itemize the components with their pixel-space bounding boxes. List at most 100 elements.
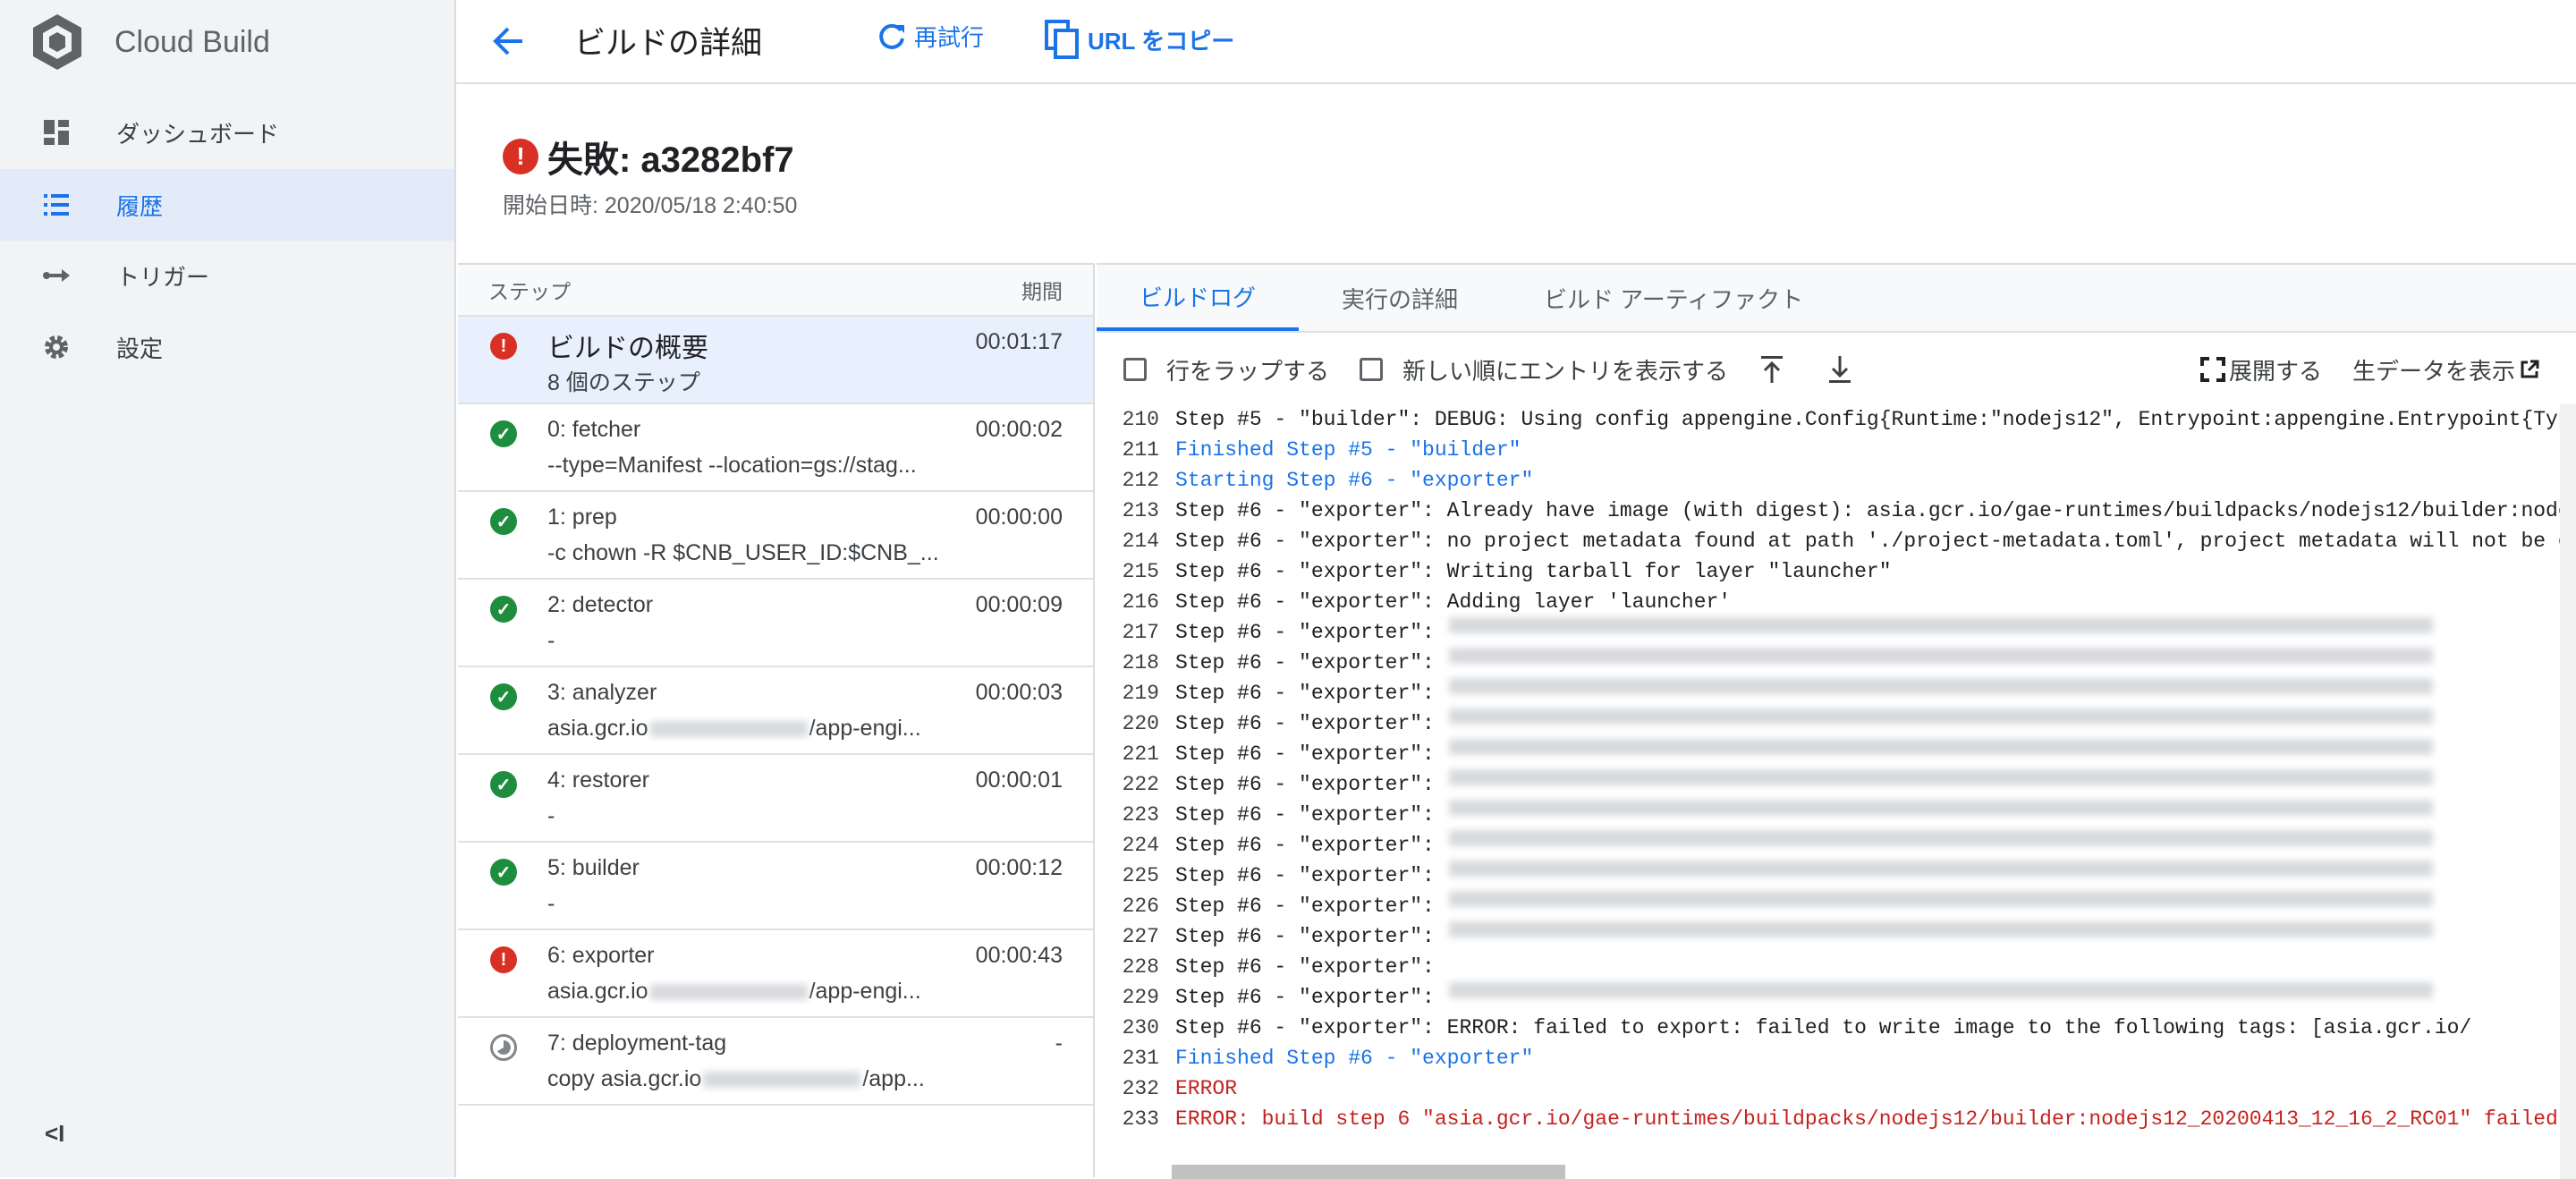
- step-subtitle-suffix: /app-engi...: [809, 979, 921, 1004]
- step-row[interactable]: ✓ 3: analyzer asia.gcr.io/app-engi... 00…: [458, 667, 1093, 755]
- log-line: 229 Step #6 - "exporter":: [1097, 982, 2576, 1013]
- newest-first-checkbox[interactable]: 新しい順にエントリを表示する: [1360, 353, 1728, 386]
- log-line-number: 221: [1122, 742, 1159, 766]
- log-line: 217 Step #6 - "exporter":: [1097, 617, 2576, 648]
- back-arrow-icon[interactable]: [488, 21, 528, 61]
- scroll-to-top-icon[interactable]: [1758, 354, 1785, 385]
- wrap-lines-checkbox[interactable]: 行をラップする: [1123, 353, 1329, 386]
- log-line-number: 224: [1122, 834, 1159, 857]
- sidebar-item-settings[interactable]: 設定: [0, 311, 454, 383]
- step-subtitle-suffix: /app-engi...: [809, 716, 921, 741]
- log-line-text: Step #6 - "exporter": ERROR: failed to e…: [1175, 1016, 2472, 1039]
- step-name: 5: builder: [547, 855, 640, 880]
- trigger-icon: [41, 260, 72, 291]
- step-name: 4: restorer: [547, 768, 649, 793]
- wrap-lines-label: 行をラップする: [1166, 357, 1330, 385]
- app-logo-row[interactable]: Cloud Build: [30, 11, 270, 73]
- view-raw-button[interactable]: 生データを表示: [2352, 353, 2540, 386]
- log-line-number: 225: [1122, 864, 1159, 887]
- tab-build-log[interactable]: ビルドログ: [1097, 265, 1300, 331]
- tab-build-artifacts[interactable]: ビルド アーティファクト: [1501, 265, 1846, 331]
- build-start-time: 開始日時: 2020/05/18 2:40:50: [503, 193, 798, 218]
- step-subtitle-suffix: /app...: [862, 1066, 925, 1091]
- step-duration: 00:01:17: [975, 329, 1063, 354]
- step-subtitle: -: [547, 628, 555, 653]
- log-line: 219 Step #6 - "exporter":: [1097, 678, 2576, 708]
- collapse-sidebar-button[interactable]: <I: [45, 1120, 64, 1148]
- sidebar-item-history[interactable]: 履歴: [0, 169, 454, 241]
- copy-icon: [1045, 20, 1079, 59]
- log-line-text: Step #6 - "exporter":: [1175, 712, 1435, 735]
- log-output: 210 Step #5 - "builder": DEBUG: Using con…: [1097, 404, 2576, 1179]
- log-line: 226 Step #6 - "exporter":: [1097, 891, 2576, 921]
- log-line-text: ERROR: build step 6 "asia.gcr.io/gae-run…: [1175, 1107, 2576, 1131]
- step-row[interactable]: ✓ 4: restorer - 00:00:01: [458, 755, 1093, 843]
- step-duration: 00:00:43: [975, 943, 1063, 968]
- copy-url-button[interactable]: URL をコピー: [1045, 20, 1234, 59]
- log-line-number: 229: [1122, 986, 1159, 1009]
- sidebar-item-label: 設定: [116, 335, 164, 362]
- log-toolbar-right: 展開する 生データを表示: [2199, 333, 2540, 406]
- dashboard-icon: [41, 117, 72, 148]
- redacted-text: [1448, 830, 2433, 846]
- log-line: 225 Step #6 - "exporter":: [1097, 861, 2576, 891]
- step-name: 7: deployment-tag: [547, 1031, 727, 1056]
- log-line: 231 Finished Step #6 - "exporter": [1097, 1043, 2576, 1073]
- sidebar-item-dashboard[interactable]: ダッシュボード: [0, 97, 454, 168]
- log-line: 211 Finished Step #5 - "builder": [1097, 435, 2576, 465]
- log-panel: ビルドログ 実行の詳細 ビルド アーティファクト 行をラップする 新しい順にエン…: [1097, 263, 2576, 1179]
- step-row[interactable]: ✓ 0: fetcher --type=Manifest --location=…: [458, 404, 1093, 492]
- log-line-number: 215: [1122, 560, 1159, 583]
- retry-button[interactable]: 再試行: [877, 20, 984, 53]
- log-line: 212 Starting Step #6 - "exporter": [1097, 465, 2576, 496]
- step-row[interactable]: 7: deployment-tag copy asia.gcr.io/app..…: [458, 1018, 1093, 1106]
- copy-url-label: URL をコピー: [1088, 27, 1235, 55]
- error-icon: !: [503, 139, 538, 174]
- step-subtitle-prefix: asia.gcr.io: [547, 979, 648, 1004]
- log-line-text: Step #6 - "exporter":: [1175, 895, 1435, 918]
- step-row-overview[interactable]: ! ビルドの概要 8 個のステップ 00:01:17: [458, 317, 1093, 404]
- log-line: 221 Step #6 - "exporter":: [1097, 739, 2576, 769]
- sidebar-item-label: ダッシュボード: [116, 120, 280, 148]
- redacted-text: [1448, 861, 2433, 877]
- check-icon: ✓: [490, 596, 517, 623]
- sidebar: Cloud Build ダッシュボード 履歴 トリガー 設定 <I: [0, 0, 456, 1177]
- redacted-text: [1448, 678, 2433, 694]
- newest-first-label: 新しい順にエントリを表示する: [1402, 357, 1729, 385]
- step-duration: -: [1055, 1031, 1063, 1056]
- step-duration: 00:00:12: [975, 855, 1063, 880]
- expand-label: 展開する: [2228, 357, 2322, 385]
- expand-button[interactable]: 展開する: [2199, 353, 2322, 386]
- log-line-text: Step #6 - "exporter":: [1175, 742, 1435, 766]
- step-row[interactable]: ✓ 2: detector - 00:00:09: [458, 580, 1093, 667]
- redacted-text: [649, 721, 808, 738]
- log-line-number: 226: [1122, 895, 1159, 918]
- refresh-icon: [879, 23, 904, 49]
- sidebar-item-triggers[interactable]: トリガー: [0, 240, 454, 311]
- tab-execution-details[interactable]: 実行の詳細: [1299, 265, 1501, 331]
- log-line: 233 ERROR: build step 6 "asia.gcr.io/gae-…: [1097, 1104, 2576, 1134]
- log-line-text: Step #6 - "exporter":: [1175, 621, 1435, 644]
- step-subtitle: -: [547, 803, 555, 828]
- redacted-text: [1448, 739, 2433, 755]
- log-line-number: 218: [1122, 651, 1159, 674]
- log-line: 230 Step #6 - "exporter": ERROR: failed t…: [1097, 1013, 2576, 1043]
- check-icon: ✓: [490, 859, 517, 886]
- log-tabs: ビルドログ 実行の詳細 ビルド アーティファクト: [1097, 265, 2576, 333]
- error-icon: !: [490, 333, 517, 360]
- log-line-text: Step #6 - "exporter":: [1175, 925, 1435, 948]
- log-line-text: Step #6 - "exporter": Already have image…: [1175, 499, 2576, 522]
- redacted-text: [1448, 982, 2433, 998]
- step-row[interactable]: ✓ 5: builder - 00:00:12: [458, 843, 1093, 930]
- vertical-scrollbar[interactable]: [2560, 404, 2576, 1179]
- step-row[interactable]: ! 6: exporter asia.gcr.io/app-engi... 00…: [458, 930, 1093, 1018]
- log-line: 222 Step #6 - "exporter":: [1097, 769, 2576, 800]
- redacted-text: [1448, 891, 2433, 907]
- log-line-text: Step #6 - "exporter": Writing tarball fo…: [1175, 560, 1892, 583]
- scroll-to-bottom-icon[interactable]: [1826, 354, 1853, 385]
- redacted-text: [1448, 800, 2433, 816]
- log-line-number: 230: [1122, 1016, 1159, 1039]
- redacted-text: [1448, 769, 2433, 785]
- step-name: 3: analyzer: [547, 680, 657, 705]
- step-row[interactable]: ✓ 1: prep -c chown -R $CNB_USER_ID:$CNB_…: [458, 492, 1093, 580]
